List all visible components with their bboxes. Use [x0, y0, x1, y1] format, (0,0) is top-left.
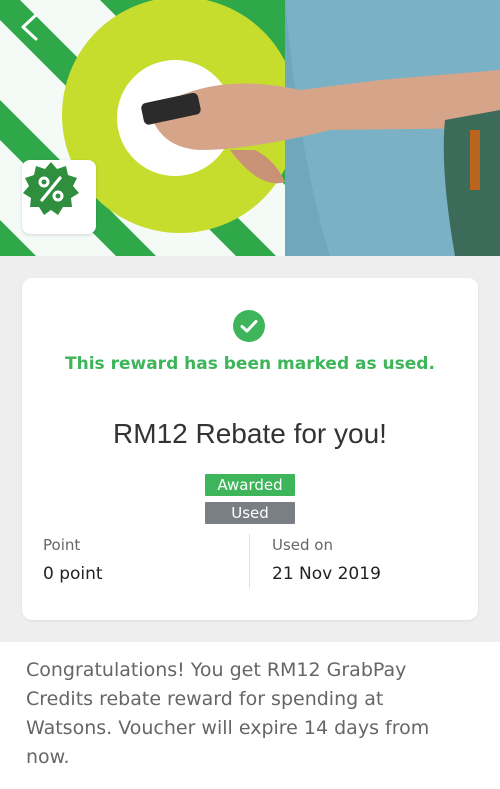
point-label: Point — [43, 536, 81, 554]
percent-badge-icon — [23, 162, 79, 215]
promo-badge — [22, 160, 96, 234]
point-value: 0 point — [43, 564, 103, 584]
column-divider — [249, 534, 250, 588]
reward-card: This reward has been marked as used. RM1… — [22, 278, 478, 620]
used-on-label: Used on — [272, 536, 333, 554]
reward-status-text: This reward has been marked as used. — [65, 354, 435, 374]
check-circle-icon — [233, 310, 265, 342]
used-badge: Used — [205, 502, 295, 524]
reward-description: Congratulations! You get RM12 GrabPay Cr… — [26, 659, 430, 768]
awarded-badge: Awarded — [205, 474, 295, 496]
used-on-value: 21 Nov 2019 — [272, 564, 381, 584]
back-button[interactable] — [18, 12, 58, 52]
reward-title: RM12 Rebate for you! — [113, 418, 387, 449]
hero-banner — [0, 0, 500, 256]
chevron-left-icon — [21, 13, 38, 41]
